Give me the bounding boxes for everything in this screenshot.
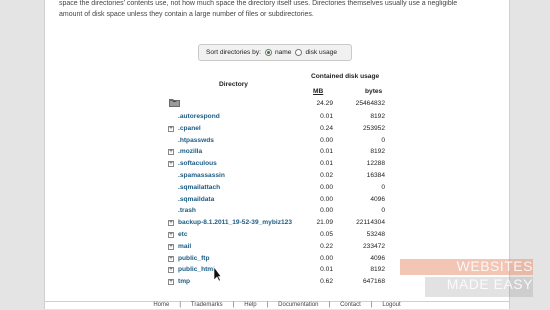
directory-header: Directory	[219, 81, 248, 88]
directory-bytes: 8192	[370, 113, 385, 120]
directory-bytes: 8192	[370, 148, 385, 156]
directory-mb: 0.24	[320, 124, 333, 132]
sort-usage-label[interactable]: disk usage	[305, 49, 337, 56]
mouse-cursor-icon	[213, 266, 221, 282]
directory-bytes: 0	[381, 207, 385, 215]
expand-icon[interactable]: +	[168, 243, 174, 250]
directory-link[interactable]: etc	[178, 231, 188, 238]
sort-name-label[interactable]: name	[275, 49, 292, 56]
directory-mb: 0.00	[320, 183, 333, 191]
intro-text: space the directories' contents use, not…	[59, 0, 499, 20]
directory-link[interactable]: .spamassassin	[178, 172, 225, 179]
directory-row: .autorespond 0.01 8192	[45, 112, 509, 124]
directory-bytes: 22114304	[356, 219, 385, 227]
directory-mb: 0.01	[320, 148, 333, 156]
directory-link[interactable]: mail	[178, 243, 191, 250]
directory-link[interactable]: .softaculous	[178, 160, 217, 167]
directory-row: + .softaculous 0.01 12288	[45, 159, 509, 171]
expand-icon[interactable]: +	[168, 279, 174, 286]
directory-row: .sqmaildata 0.00 4096	[45, 195, 509, 207]
root-mb: 24.29	[316, 100, 333, 107]
expand-icon[interactable]: +	[168, 267, 174, 274]
directory-mb: 0.01	[320, 266, 333, 274]
directory-link[interactable]: .cpanel	[178, 125, 201, 132]
directory-row: + etc 0.05 53248	[45, 230, 509, 242]
directory-bytes: 253952	[362, 124, 385, 132]
root-row: 24.29 25464832	[45, 99, 509, 111]
directory-link[interactable]: .autorespond	[178, 113, 220, 120]
directory-row: + .mozilla 0.01 8192	[45, 147, 509, 159]
sort-by-name-option[interactable]: name	[264, 49, 292, 56]
directory-link[interactable]: public_ftp	[178, 255, 210, 262]
directory-bytes: 53248	[366, 231, 385, 238]
sort-label: Sort directories by:	[206, 49, 261, 56]
directory-mb: 0.62	[320, 278, 333, 286]
directory-bytes: 4096	[370, 195, 385, 203]
directory-link[interactable]: tmp	[178, 278, 190, 285]
directory-link[interactable]: .sqmailattach	[178, 184, 220, 191]
sort-options-box: Sort directories by: name disk usage	[198, 44, 352, 61]
directory-link[interactable]: .mozilla	[178, 148, 202, 155]
directory-mb: 0.02	[320, 172, 333, 179]
watermark-line2: MADE EASY	[446, 276, 533, 292]
directory-bytes: 233472	[362, 242, 385, 250]
watermark-line1: WEBSITES	[456, 258, 533, 274]
directory-row: .spamassassin 0.02 16384	[45, 171, 509, 183]
bytes-header: bytes	[365, 88, 383, 95]
directory-bytes: 0	[381, 183, 385, 191]
directory-bytes: 0	[381, 136, 385, 144]
disk-usage-header: Contained disk usage	[311, 73, 380, 80]
expand-icon[interactable]: +	[168, 220, 174, 227]
directory-bytes: 647168	[362, 278, 385, 286]
directory-mb: 0.00	[320, 195, 333, 203]
expand-icon[interactable]: +	[168, 255, 174, 262]
directory-mb: 0.05	[320, 231, 333, 238]
directory-mb: 0.00	[320, 207, 333, 215]
mb-header-link[interactable]: MB	[313, 88, 323, 95]
expand-icon[interactable]: +	[168, 161, 174, 168]
root-bytes: 25464832	[355, 100, 385, 107]
directory-row: + backup-8.1.2011_19-52-39_mybiz123 21.09 2…	[45, 218, 509, 230]
directory-row: + mail 0.22 233472	[45, 242, 509, 254]
expand-icon[interactable]: +	[168, 232, 174, 238]
directory-mb: 21.09	[316, 219, 333, 227]
directory-mb: 0.00	[320, 136, 333, 144]
radio-name[interactable]	[264, 49, 272, 56]
expand-icon[interactable]: +	[168, 125, 174, 132]
intro-line: amount of disk space unless they contain…	[59, 11, 314, 18]
directory-row: .trash 0.00 0	[45, 206, 509, 218]
directory-link[interactable]: .trash	[178, 207, 196, 214]
directory-mb: 0.22	[320, 242, 333, 250]
directory-mb: 0.01	[320, 160, 333, 168]
watermark-logo: WEBSITES MADE EASY	[425, 259, 533, 291]
expand-icon[interactable]: +	[168, 149, 174, 156]
directory-mb: 0.01	[320, 113, 333, 120]
directory-link[interactable]: public_html	[178, 266, 215, 273]
directory-link[interactable]: .htpasswds	[178, 137, 214, 144]
radio-disk-usage[interactable]	[295, 49, 303, 56]
directory-bytes: 4096	[370, 254, 385, 262]
directory-link[interactable]: .sqmaildata	[178, 196, 214, 203]
directory-row: .sqmailattach 0.00 0	[45, 183, 509, 195]
directory-bytes: 16384	[366, 172, 385, 179]
directory-bytes: 12288	[366, 160, 385, 168]
directory-row: + .cpanel 0.24 253952	[45, 124, 509, 136]
directory-bytes: 8192	[370, 266, 385, 274]
intro-line: space the directories' contents use, not…	[59, 0, 458, 7]
directory-row: .htpasswds 0.00 0	[45, 136, 509, 148]
directory-mb: 0.00	[320, 254, 333, 262]
sort-by-usage-option[interactable]: disk usage	[295, 49, 337, 56]
directory-link[interactable]: backup-8.1.2011_19-52-39_mybiz123	[178, 219, 292, 226]
